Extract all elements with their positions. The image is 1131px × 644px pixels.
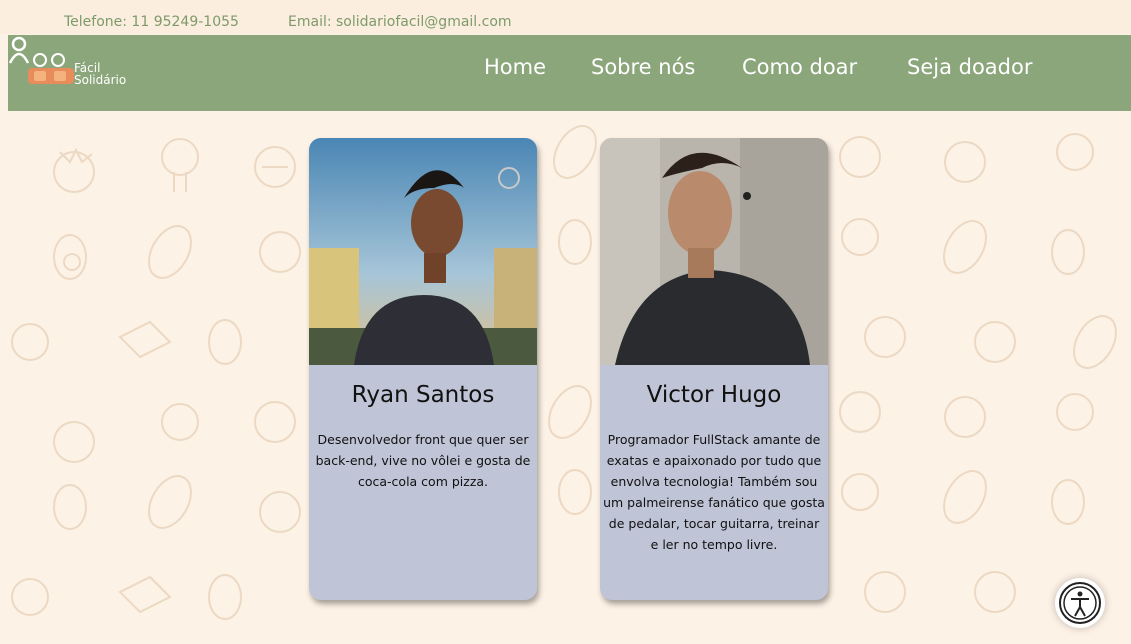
nav-how-to-donate[interactable]: Como doar — [742, 55, 857, 79]
orange-icon — [974, 571, 1016, 613]
broccoli-icon — [1056, 133, 1094, 171]
cabbage-icon — [841, 473, 879, 511]
brand-name: Fácil Solidário — [74, 62, 126, 86]
orange-icon — [839, 391, 881, 433]
team-card-victor: Victor Hugo Programador FullStack amante… — [600, 138, 828, 600]
avocado-icon — [208, 574, 242, 620]
avocado-icon — [558, 469, 592, 515]
profile-photo — [600, 138, 828, 365]
team-member-name: Victor Hugo — [646, 382, 782, 408]
cake-icon — [118, 575, 172, 614]
broccoli-icon — [1056, 393, 1094, 431]
strawberry-icon — [259, 491, 301, 533]
broccoli-icon — [161, 138, 199, 192]
team-member-bio: Desenvolvedor front que quer ser back-en… — [315, 432, 531, 489]
strawberry-icon — [864, 316, 906, 358]
main-navbar: Fácil Solidário Home Sobre nós Como doar… — [8, 35, 1131, 111]
accessibility-button[interactable] — [1055, 578, 1105, 628]
orange-icon — [254, 146, 296, 188]
strawberry-icon — [53, 147, 95, 193]
cabbage-icon — [11, 578, 49, 616]
strawberry-icon — [53, 421, 95, 463]
strawberry-icon — [944, 396, 986, 438]
brand-line-2: Solidário — [74, 73, 127, 87]
nav-about[interactable]: Sobre nós — [591, 55, 695, 79]
nav-home[interactable]: Home — [484, 55, 546, 79]
avocado-icon — [53, 234, 87, 280]
avocado-icon — [53, 484, 87, 530]
avocado-icon — [208, 319, 242, 365]
cabbage-icon — [841, 218, 879, 256]
broccoli-icon — [161, 403, 199, 441]
team-member-bio: Programador FullStack amante de exatas e… — [603, 432, 825, 552]
strawberry-icon — [864, 571, 906, 613]
strawberry-icon — [259, 231, 301, 273]
avocado-icon — [1051, 229, 1085, 275]
food-pattern-background — [11, 125, 1117, 620]
almond-icon — [943, 220, 987, 274]
almond-icon — [943, 470, 987, 524]
almond-icon — [1073, 315, 1117, 369]
nav-become-donor[interactable]: Seja doador — [907, 55, 1033, 79]
avocado-icon — [558, 219, 592, 265]
phone-text: Telefone: 11 95249-1055 — [64, 14, 239, 30]
orange-icon — [839, 136, 881, 178]
almond-icon — [548, 385, 592, 439]
strawberry-icon — [944, 141, 986, 183]
almond-icon — [148, 475, 192, 529]
email-text[interactable]: Email: solidariofacil@gmail.com — [288, 14, 512, 30]
orange-icon — [254, 401, 296, 443]
team-member-name: Ryan Santos — [351, 382, 495, 408]
team-card-ryan: Ryan Santos Desenvolvedor front que quer… — [309, 138, 537, 600]
accessibility-icon — [1059, 582, 1101, 624]
profile-photo — [309, 138, 537, 365]
avocado-icon — [1051, 479, 1085, 525]
orange-icon — [974, 321, 1016, 363]
contact-bar: Telefone: 11 95249-1055 Email: solidario… — [0, 0, 1131, 34]
cake-icon — [118, 320, 172, 359]
almond-icon — [553, 125, 597, 179]
cabbage-icon — [11, 323, 49, 361]
almond-icon — [148, 225, 192, 279]
